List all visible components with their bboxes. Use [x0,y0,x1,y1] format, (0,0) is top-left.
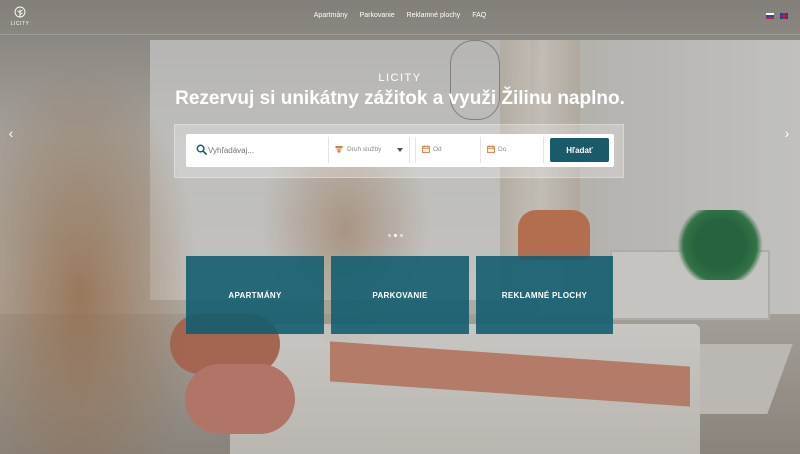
logo-text: LICITY [10,21,30,27]
carousel-dot[interactable] [400,234,403,237]
service-type-label: Druh služby [347,146,382,153]
main-nav: Apartmány Parkovanie Reklamné plochy FAQ [0,12,800,19]
flag-uk-icon[interactable] [780,13,788,19]
date-to-field[interactable]: Do [480,137,544,163]
carousel-dots [388,234,403,237]
chevron-down-icon [397,148,403,152]
service-type-select[interactable]: Druh služby [328,137,410,163]
site-logo[interactable]: LICITY [8,6,32,32]
hero-brand: LICITY [378,72,422,84]
carousel-dot[interactable] [388,234,391,237]
service-type-icon [335,146,343,153]
date-from-field[interactable]: Od [415,137,479,163]
date-to-label: Do [498,146,507,153]
nav-item-parkovanie[interactable]: Parkovanie [360,12,395,19]
date-from-label: Od [433,146,442,153]
category-card-parkovanie[interactable]: PARKOVANIE [331,256,469,334]
search-button[interactable]: Hľadať [550,138,609,162]
hero-headline: Rezervuj si unikátny zážitok a využi Žil… [175,88,625,109]
nav-item-faq[interactable]: FAQ [472,12,486,19]
calendar-icon [487,145,495,153]
hero-background-image [0,0,800,454]
carousel-prev-arrow-icon[interactable]: ‹ [6,126,16,140]
nav-item-reklamne-plochy[interactable]: Reklamné plochy [407,12,461,19]
carousel-next-arrow-icon[interactable]: › [782,126,792,140]
top-navigation-bar: LICITY Apartmány Parkovanie Reklamné plo… [0,0,800,35]
flag-slovakia-icon[interactable] [766,13,774,19]
category-card-reklamne-plochy[interactable]: REKLAMNÉ PLOCHY [476,256,613,334]
calendar-icon [422,145,430,153]
carousel-dot-active[interactable] [394,234,397,237]
nav-item-apartmany[interactable]: Apartmány [314,12,348,19]
search-input[interactable] [208,141,320,159]
search-icon [196,144,207,155]
language-switcher [766,13,788,19]
category-card-apartmany[interactable]: APARTMÁNY [186,256,324,334]
